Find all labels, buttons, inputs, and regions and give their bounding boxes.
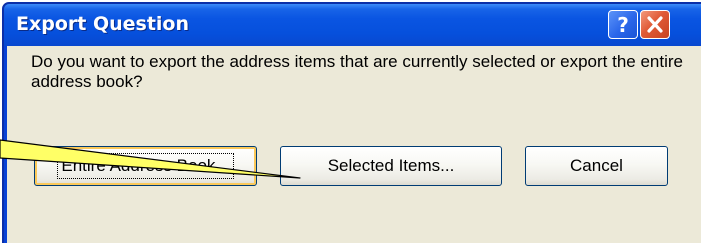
entire-address-book-button[interactable]: Entire Address Book... bbox=[34, 146, 257, 186]
title-bar[interactable]: Export Question ? bbox=[4, 4, 701, 46]
selected-items-button[interactable]: Selected Items... bbox=[280, 146, 502, 186]
cancel-button[interactable]: Cancel bbox=[525, 146, 668, 186]
question-mark-icon: ? bbox=[617, 13, 629, 37]
help-button[interactable]: ? bbox=[608, 10, 638, 39]
close-x-icon bbox=[647, 16, 663, 33]
svg-text:?: ? bbox=[617, 13, 629, 37]
entire-address-book-label: Entire Address Book... bbox=[57, 153, 234, 179]
close-button[interactable] bbox=[640, 10, 670, 39]
dialog-title: Export Question bbox=[16, 13, 190, 35]
dialog-message: Do you want to export the address items … bbox=[31, 52, 684, 91]
screenshot-canvas: Export Question ? Do you want to export … bbox=[0, 0, 701, 243]
export-question-dialog: Export Question ? bbox=[2, 2, 701, 243]
